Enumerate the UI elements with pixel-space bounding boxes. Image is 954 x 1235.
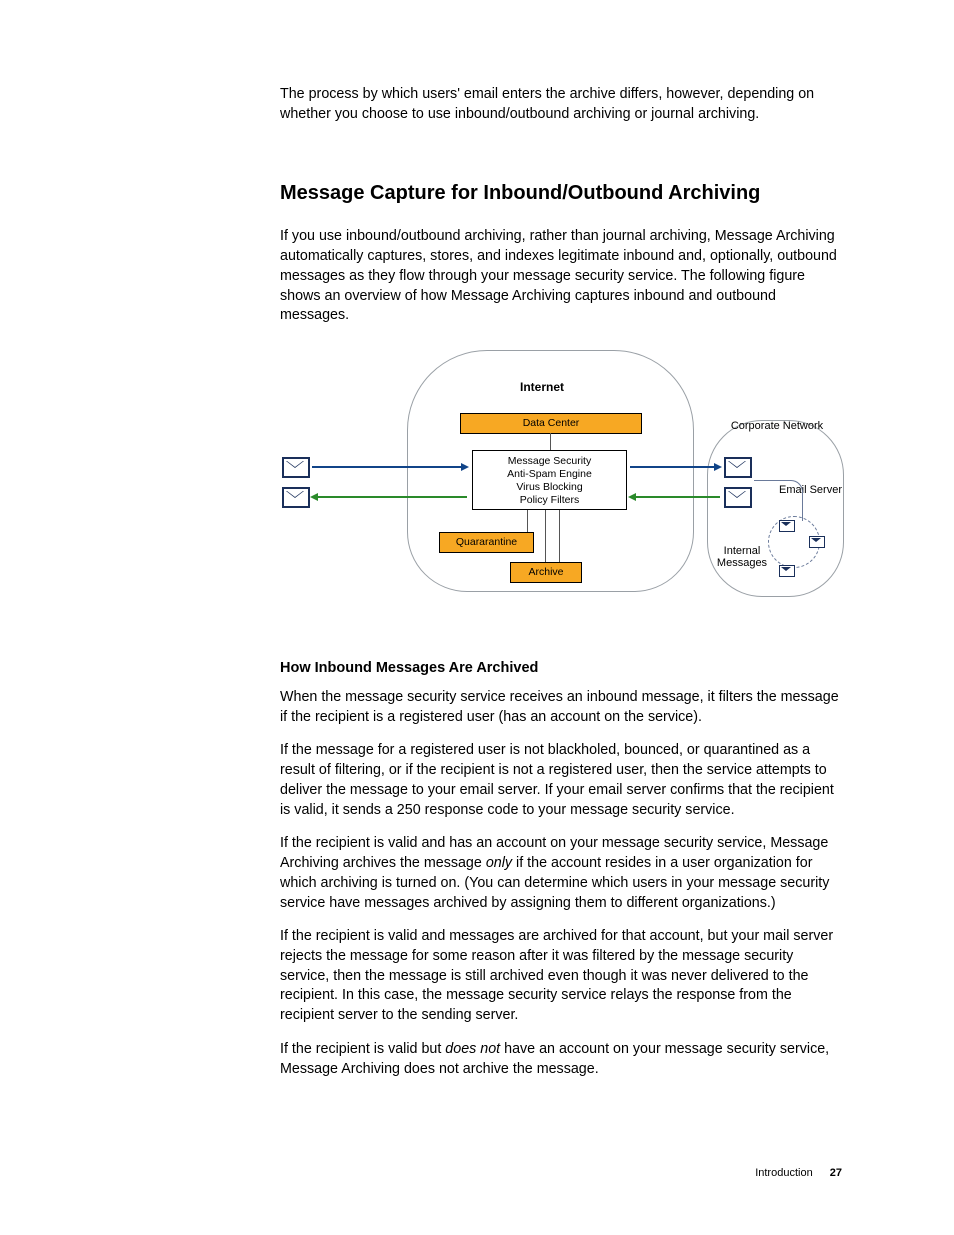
body-paragraph: If the recipient is valid and messages a… xyxy=(280,927,844,1026)
body-paragraph: If the message for a registered user is … xyxy=(280,741,844,820)
internal-messages-label: Internal Messages xyxy=(707,545,777,569)
section-heading: Message Capture for Inbound/Outbound Arc… xyxy=(280,182,844,205)
section-intro-paragraph: If you use inbound/outbound archiving, r… xyxy=(280,227,844,326)
archiving-diagram: Internet Corporate Network Email Server … xyxy=(282,340,842,610)
quarantine-box: Quararantine xyxy=(439,532,534,553)
outbound-arrow-icon xyxy=(630,496,720,498)
envelope-icon xyxy=(724,487,752,508)
emphasis-text: does not xyxy=(445,1041,500,1057)
emphasis-text: only xyxy=(486,855,512,871)
ms-line3: Virus Blocking xyxy=(516,481,582,493)
message-security-box: Message Security Anti-Spam Engine Virus … xyxy=(472,450,627,510)
subsection-heading: How Inbound Messages Are Archived xyxy=(280,660,844,676)
envelope-icon xyxy=(724,457,752,478)
small-envelope-icon xyxy=(779,520,795,532)
body-paragraph: When the message security service receiv… xyxy=(280,688,844,727)
intro-paragraph: The process by which users' email enters… xyxy=(280,85,844,124)
footer-section-name: Introduction xyxy=(755,1167,812,1179)
text-run: If the recipient is valid but xyxy=(280,1041,445,1057)
ms-line1: Message Security xyxy=(508,455,591,467)
corporate-network-label: Corporate Network xyxy=(712,420,842,432)
connector-line xyxy=(550,433,551,451)
inbound-arrow-icon xyxy=(630,466,720,468)
ms-line4: Policy Filters xyxy=(520,494,580,506)
body-paragraph: If the recipient is valid and has an acc… xyxy=(280,834,844,913)
connector-line xyxy=(527,510,528,533)
data-center-box: Data Center xyxy=(460,413,642,434)
outbound-arrow-icon xyxy=(312,496,467,498)
internal-label-line1: Internal xyxy=(724,545,761,557)
internal-label-line2: Messages xyxy=(717,557,767,569)
connector-line xyxy=(754,480,803,521)
small-envelope-icon xyxy=(809,536,825,548)
page-footer: Introduction 27 xyxy=(755,1167,842,1179)
inbound-arrow-icon xyxy=(312,466,467,468)
small-envelope-icon xyxy=(779,565,795,577)
ms-line2: Anti-Spam Engine xyxy=(507,468,592,480)
body-paragraph: If the recipient is valid but does not h… xyxy=(280,1040,844,1079)
envelope-icon xyxy=(282,487,310,508)
page-number: 27 xyxy=(830,1167,842,1179)
envelope-icon xyxy=(282,457,310,478)
connector-line xyxy=(559,510,560,563)
connector-line xyxy=(545,510,546,563)
document-page: The process by which users' email enters… xyxy=(0,0,954,1235)
internet-label: Internet xyxy=(492,380,592,394)
archive-box: Archive xyxy=(510,562,582,583)
